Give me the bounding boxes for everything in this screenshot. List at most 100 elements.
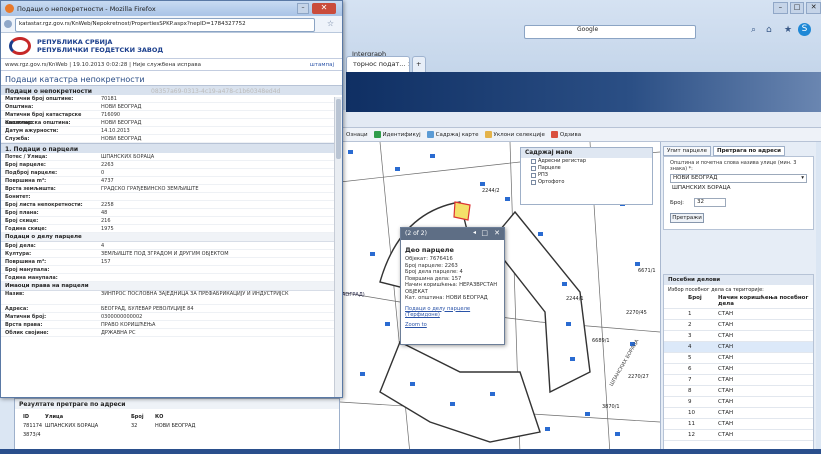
prev-icon[interactable]: ◂ bbox=[473, 229, 476, 236]
close-icon[interactable]: ✕ bbox=[312, 3, 336, 14]
results-header: ID Улица Број КО bbox=[15, 413, 339, 422]
table-row[interactable]: 7 СТАН bbox=[664, 375, 813, 386]
tab-label: торнос подат... bbox=[353, 60, 406, 68]
table-row[interactable]: 5 СТАН bbox=[664, 353, 813, 364]
map-label: 6689/1 bbox=[592, 338, 610, 344]
table-row[interactable]: 2 СТАН bbox=[664, 320, 813, 331]
table-row[interactable]: 6 СТАН bbox=[664, 364, 813, 375]
cell: ШПАНСКИХ БОРАЦА bbox=[45, 423, 99, 429]
print-link[interactable]: штампај bbox=[310, 59, 334, 71]
clear-selection-button[interactable]: Уклони селекције bbox=[484, 131, 545, 138]
close-icon[interactable]: ✕ bbox=[494, 229, 500, 237]
value: НОВИ БЕОГРАД bbox=[101, 136, 142, 142]
cell: СТАН bbox=[718, 421, 734, 427]
checkbox[interactable] bbox=[531, 173, 536, 178]
number-field[interactable]: 32 bbox=[694, 198, 727, 207]
home-icon[interactable]: ⌂ bbox=[766, 25, 772, 35]
results-row[interactable]: 781174 ШПАНСКИХ БОРАЦА 32 НОВИ БЕОГРАД bbox=[15, 422, 339, 431]
label: Адреса: bbox=[5, 306, 29, 312]
table-row[interactable]: 8 СТАН bbox=[664, 386, 813, 397]
search-input[interactable]: Google bbox=[574, 26, 698, 40]
cell: 5 bbox=[688, 355, 692, 361]
row: Број парцеле: 2263 bbox=[1, 161, 342, 169]
table-row[interactable]: 11 СТАН bbox=[664, 419, 813, 430]
cell: СТАН bbox=[718, 377, 734, 383]
close-icon[interactable]: ✕ bbox=[806, 2, 821, 14]
right-panel: Упит парцеле Претрага по адреси Општина … bbox=[660, 142, 816, 454]
minimize-icon[interactable]: – bbox=[297, 3, 309, 14]
search-icon[interactable]: ⌕ bbox=[751, 25, 756, 35]
table-row[interactable]: 9 СТАН bbox=[664, 397, 813, 408]
zoom-to-link[interactable]: Zoom to bbox=[401, 322, 504, 329]
row: Катастарска општина: НОВИ БЕОГРАД bbox=[1, 119, 342, 127]
star-icon[interactable]: ☆ bbox=[327, 19, 334, 28]
toolbar-label: Одзива bbox=[559, 131, 582, 138]
tab-address-search[interactable]: Претрага по адреси bbox=[712, 146, 786, 156]
popup-address-bar[interactable]: katastar.rgz.gov.rs/KnWeb/Nepokretnost/P… bbox=[15, 18, 315, 32]
cell: 2 bbox=[688, 322, 692, 328]
cell: СТАН bbox=[718, 333, 734, 339]
info-title: Део парцеле bbox=[405, 246, 454, 254]
identify-button[interactable]: Идентификуј bbox=[373, 131, 421, 138]
value: НОВИ БЕОГРАД bbox=[101, 104, 142, 110]
parcel-detail-link[interactable]: Подаци о делу парцеле (Терфидоне) bbox=[401, 306, 504, 319]
cell: 10 bbox=[688, 410, 695, 416]
value bbox=[101, 274, 342, 281]
row: Потес / Улица: ШПАНСКИХ БОРАЦА bbox=[1, 153, 342, 161]
value: ЗИНПРОС ПОСЛОВНА ЗАЈЕДНИЦА ЗА ПРЕФАБРИКА… bbox=[101, 291, 289, 297]
label: Датум ажурности: bbox=[5, 128, 59, 134]
search-button[interactable]: Претражи bbox=[670, 213, 704, 223]
scrollbar-thumb[interactable] bbox=[336, 99, 341, 159]
tab-active[interactable]: торнос подат... × bbox=[346, 56, 410, 72]
response-button[interactable]: Одзива bbox=[550, 131, 582, 138]
property-popup-window: Подаци о непокретности - Mozilla Firefox… bbox=[0, 0, 343, 398]
row: Општина: НОВИ БЕОГРАД bbox=[1, 103, 342, 111]
map-content-button[interactable]: Садржај карте bbox=[426, 131, 479, 138]
cell: 3873/4 bbox=[23, 432, 41, 438]
search-hint: Општина и почетна слова назива улице (ми… bbox=[670, 160, 797, 172]
toolbar-item[interactable]: Ознаци bbox=[346, 132, 368, 138]
info-window-bar: (2 of 2) ✕ □ ◂ bbox=[401, 228, 504, 240]
chevron-down-icon: ▾ bbox=[801, 175, 804, 181]
value: 70181 bbox=[101, 96, 117, 102]
maximize-icon[interactable]: □ bbox=[789, 2, 805, 14]
skype-icon[interactable]: S bbox=[798, 23, 811, 36]
bookmark-icon[interactable]: ★ bbox=[784, 25, 792, 35]
column-header: Начин коришћења посебног дела bbox=[718, 295, 809, 307]
value: 2258 bbox=[101, 202, 114, 208]
minimize-icon[interactable]: – bbox=[773, 2, 788, 14]
layer-item[interactable]: Парцеле bbox=[521, 165, 652, 172]
label: Назив: bbox=[5, 291, 25, 297]
report-icon bbox=[550, 131, 558, 138]
table-row-selected[interactable]: 4 СТАН bbox=[664, 342, 813, 353]
subsection-holders: Имаоци права на парцели bbox=[1, 282, 342, 291]
municipality-select[interactable]: НОВИ БЕОГРАД ▾ bbox=[670, 174, 807, 183]
table-row[interactable]: 3 СТАН bbox=[664, 331, 813, 342]
layer-item[interactable]: Ортофото bbox=[521, 179, 652, 186]
layer-label: Парцеле bbox=[538, 165, 561, 171]
popup-scrollbar[interactable] bbox=[334, 97, 342, 397]
layer-item[interactable]: Адресни регистар bbox=[521, 158, 652, 165]
close-tab-icon[interactable]: × bbox=[408, 60, 409, 68]
checkbox[interactable] bbox=[531, 166, 536, 171]
checkbox[interactable] bbox=[531, 159, 536, 164]
maximize-icon[interactable]: □ bbox=[481, 229, 488, 237]
label: Матични број катастарске општине: bbox=[5, 112, 82, 126]
layer-item[interactable]: РПЗ bbox=[521, 172, 652, 179]
toolbar-label: Уклони селекције bbox=[493, 131, 545, 138]
map-label: 2244/1 bbox=[566, 296, 584, 302]
tab-parcel-query[interactable]: Упит парцеле bbox=[663, 146, 711, 156]
row: Матични број: 0300000000002 bbox=[1, 313, 342, 321]
checkbox[interactable] bbox=[531, 180, 536, 185]
map-label: 2270/45 bbox=[626, 310, 647, 316]
row: Број дела: 4 bbox=[1, 242, 342, 250]
table-row[interactable]: 12 СТАН bbox=[664, 430, 813, 441]
results-row[interactable]: 3873/4 bbox=[15, 431, 339, 440]
property-id: 08357a69-0313-4c19-a478-c1b60348ed4d bbox=[151, 88, 281, 95]
cell: 4 bbox=[688, 344, 692, 350]
table-row[interactable]: 10 СТАН bbox=[664, 408, 813, 419]
street-field[interactable]: ШПАНСКИХ БОРАЦА bbox=[670, 185, 807, 194]
map-toolbar: Ознаци Идентификуј Садржај карте Уклони … bbox=[340, 128, 821, 142]
table-row[interactable]: 1 СТАН bbox=[664, 309, 813, 320]
new-tab-button[interactable]: + bbox=[412, 56, 426, 72]
